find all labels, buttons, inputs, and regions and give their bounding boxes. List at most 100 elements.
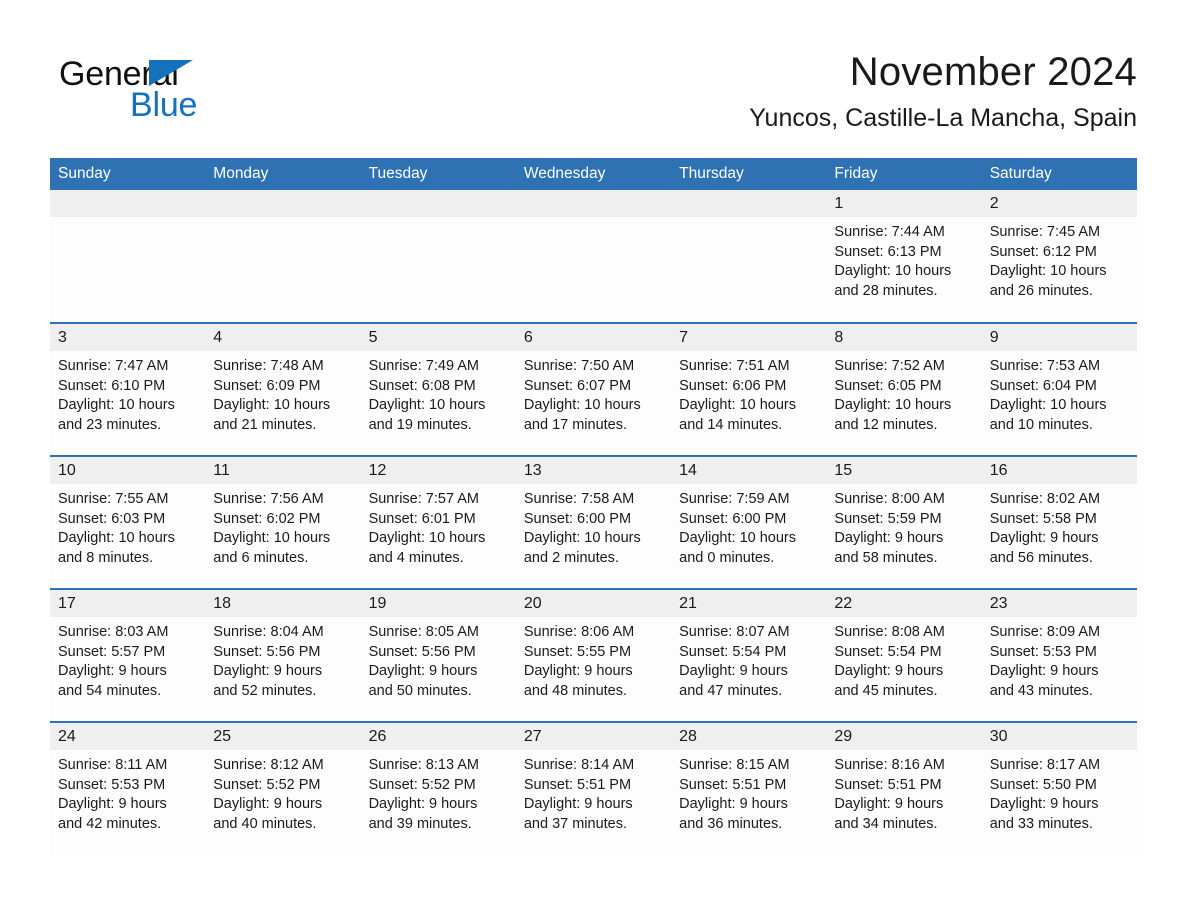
day-cell[interactable]: 20 Sunrise: 8:06 AM Sunset: 5:55 PM Dayl…	[515, 588, 672, 722]
day-cell[interactable]: 2 Sunrise: 7:45 AM Sunset: 6:12 PM Dayli…	[981, 190, 1137, 323]
day-details: Sunrise: 7:59 AM Sunset: 6:00 PM Dayligh…	[671, 484, 826, 569]
day-details: Sunrise: 7:56 AM Sunset: 6:02 PM Dayligh…	[205, 484, 360, 569]
day-number: 22	[826, 590, 982, 617]
page-title: November 2024	[849, 50, 1137, 94]
day-cell[interactable]: 22 Sunrise: 8:08 AM Sunset: 5:54 PM Dayl…	[826, 588, 982, 722]
day-number: 16	[981, 457, 1137, 484]
day-number: 24	[50, 723, 206, 750]
day-cell[interactable]: 24 Sunrise: 8:11 AM Sunset: 5:53 PM Dayl…	[50, 721, 206, 855]
day-cell[interactable]: 3 Sunrise: 7:47 AM Sunset: 6:10 PM Dayli…	[50, 322, 206, 456]
sunset-text: Sunset: 5:52 PM	[213, 776, 321, 793]
sunset-text: Sunset: 5:50 PM	[989, 776, 1097, 793]
day-number: 1	[826, 190, 982, 217]
daylight-text-line1: Daylight: 10 hours	[368, 530, 486, 547]
day-cell[interactable]: 25 Sunrise: 8:12 AM Sunset: 5:52 PM Dayl…	[205, 721, 361, 855]
day-cell[interactable]: 7 Sunrise: 7:51 AM Sunset: 6:06 PM Dayli…	[671, 322, 827, 456]
daylight-text-line2: and 50 minutes.	[368, 683, 472, 700]
day-details: Sunrise: 8:03 AM Sunset: 5:57 PM Dayligh…	[50, 617, 205, 702]
calendar-week-row: 24 Sunrise: 8:11 AM Sunset: 5:53 PM Dayl…	[50, 721, 1137, 855]
sunrise-text: Sunrise: 8:07 AM	[679, 624, 790, 640]
day-number: 18	[205, 590, 361, 617]
day-cell[interactable]	[671, 190, 827, 323]
sunrise-text: Sunrise: 7:56 AM	[213, 491, 324, 507]
day-cell[interactable]: 15 Sunrise: 8:00 AM Sunset: 5:59 PM Dayl…	[826, 455, 982, 589]
daylight-text-line1: Daylight: 9 hours	[834, 663, 944, 680]
sunrise-text: Sunrise: 8:17 AM	[989, 757, 1101, 773]
day-cell[interactable]: 27 Sunrise: 8:14 AM Sunset: 5:51 PM Dayl…	[515, 721, 672, 855]
page-subtitle: Yuncos, Castille-La Mancha, Spain	[749, 104, 1137, 132]
daylight-text-line1: Daylight: 10 hours	[679, 397, 796, 414]
day-cell[interactable]	[515, 190, 672, 323]
day-cell[interactable]: 4 Sunrise: 7:48 AM Sunset: 6:09 PM Dayli…	[205, 322, 361, 456]
daylight-text-line2: and 4 minutes.	[368, 550, 464, 567]
day-number: 2	[981, 190, 1137, 217]
sunset-text: Sunset: 5:51 PM	[834, 776, 942, 793]
day-number: 17	[50, 590, 206, 617]
sunset-text: Sunset: 6:02 PM	[213, 510, 321, 527]
day-cell[interactable]: 18 Sunrise: 8:04 AM Sunset: 5:56 PM Dayl…	[205, 588, 361, 722]
day-details: Sunrise: 7:45 AM Sunset: 6:12 PM Dayligh…	[982, 217, 1137, 302]
day-number	[360, 190, 516, 217]
day-cell[interactable]: 30 Sunrise: 8:17 AM Sunset: 5:50 PM Dayl…	[981, 721, 1137, 855]
sunrise-text: Sunrise: 7:44 AM	[834, 224, 945, 240]
day-details: Sunrise: 7:49 AM Sunset: 6:08 PM Dayligh…	[361, 351, 516, 436]
day-cell[interactable]: 29 Sunrise: 8:16 AM Sunset: 5:51 PM Dayl…	[826, 721, 982, 855]
sunrise-text: Sunrise: 8:06 AM	[523, 624, 635, 640]
day-details: Sunrise: 8:05 AM Sunset: 5:56 PM Dayligh…	[361, 617, 516, 702]
day-cell[interactable]: 9 Sunrise: 7:53 AM Sunset: 6:04 PM Dayli…	[981, 322, 1137, 456]
day-number: 9	[981, 324, 1137, 351]
sunrise-text: Sunrise: 7:57 AM	[368, 491, 479, 507]
day-cell[interactable]: 8 Sunrise: 7:52 AM Sunset: 6:05 PM Dayli…	[826, 322, 982, 456]
daylight-text-line1: Daylight: 10 hours	[213, 397, 331, 414]
day-cell[interactable]: 19 Sunrise: 8:05 AM Sunset: 5:56 PM Dayl…	[360, 588, 516, 722]
sunset-text: Sunset: 5:56 PM	[368, 643, 476, 660]
day-cell[interactable]	[360, 190, 516, 323]
sunset-text: Sunset: 6:06 PM	[679, 377, 787, 394]
sunrise-text: Sunrise: 8:02 AM	[989, 491, 1101, 507]
day-cell[interactable]: 11 Sunrise: 7:56 AM Sunset: 6:02 PM Dayl…	[205, 455, 361, 589]
daylight-text-line2: and 54 minutes.	[58, 683, 162, 700]
day-details: Sunrise: 8:06 AM Sunset: 5:55 PM Dayligh…	[516, 617, 671, 702]
day-cell[interactable]: 10 Sunrise: 7:55 AM Sunset: 6:03 PM Dayl…	[50, 455, 206, 589]
day-details: Sunrise: 8:16 AM Sunset: 5:51 PM Dayligh…	[826, 750, 981, 835]
day-cell[interactable]: 23 Sunrise: 8:09 AM Sunset: 5:53 PM Dayl…	[981, 588, 1137, 722]
sunset-text: Sunset: 5:56 PM	[213, 643, 321, 660]
daylight-text-line1: Daylight: 9 hours	[368, 796, 478, 813]
day-cell[interactable]: 13 Sunrise: 7:58 AM Sunset: 6:00 PM Dayl…	[515, 455, 672, 589]
day-cell[interactable]: 17 Sunrise: 8:03 AM Sunset: 5:57 PM Dayl…	[50, 588, 206, 722]
day-number: 3	[50, 324, 206, 351]
day-details: Sunrise: 7:57 AM Sunset: 6:01 PM Dayligh…	[361, 484, 516, 569]
title-block: November 2024 Yuncos, Castille-La Mancha…	[437, 48, 1137, 134]
day-cell[interactable]	[50, 190, 206, 323]
sunset-text: Sunset: 5:54 PM	[834, 643, 942, 660]
sunset-text: Sunset: 6:01 PM	[368, 510, 476, 527]
day-number: 25	[205, 723, 361, 750]
logo-triangle-icon	[149, 60, 193, 86]
daylight-text-line2: and 58 minutes.	[834, 550, 938, 567]
day-details: Sunrise: 8:15 AM Sunset: 5:51 PM Dayligh…	[671, 750, 826, 835]
sunrise-text: Sunrise: 7:45 AM	[989, 224, 1101, 240]
day-cell[interactable]	[205, 190, 361, 323]
day-cell[interactable]: 5 Sunrise: 7:49 AM Sunset: 6:08 PM Dayli…	[360, 322, 516, 456]
sunset-text: Sunset: 5:51 PM	[523, 776, 632, 793]
daylight-text-line1: Daylight: 10 hours	[989, 263, 1107, 280]
day-cell[interactable]: 1 Sunrise: 7:44 AM Sunset: 6:13 PM Dayli…	[826, 190, 982, 323]
day-number	[50, 190, 206, 217]
day-details: Sunrise: 8:13 AM Sunset: 5:52 PM Dayligh…	[361, 750, 516, 835]
day-cell[interactable]: 6 Sunrise: 7:50 AM Sunset: 6:07 PM Dayli…	[515, 322, 672, 456]
daylight-text-line1: Daylight: 10 hours	[368, 397, 486, 414]
day-cell[interactable]: 14 Sunrise: 7:59 AM Sunset: 6:00 PM Dayl…	[671, 455, 827, 589]
day-details	[671, 217, 826, 223]
sunset-text: Sunset: 5:53 PM	[989, 643, 1097, 660]
daylight-text-line2: and 40 minutes.	[213, 816, 317, 833]
sunset-text: Sunset: 5:59 PM	[834, 510, 942, 527]
sunset-text: Sunset: 5:51 PM	[679, 776, 787, 793]
day-cell[interactable]: 26 Sunrise: 8:13 AM Sunset: 5:52 PM Dayl…	[360, 721, 516, 855]
daylight-text-line2: and 12 minutes.	[834, 417, 938, 434]
daylight-text-line1: Daylight: 9 hours	[213, 663, 323, 680]
sunset-text: Sunset: 6:07 PM	[523, 377, 632, 394]
day-cell[interactable]: 28 Sunrise: 8:15 AM Sunset: 5:51 PM Dayl…	[671, 721, 827, 855]
day-cell[interactable]: 12 Sunrise: 7:57 AM Sunset: 6:01 PM Dayl…	[360, 455, 516, 589]
day-cell[interactable]: 16 Sunrise: 8:02 AM Sunset: 5:58 PM Dayl…	[981, 455, 1137, 589]
day-cell[interactable]: 21 Sunrise: 8:07 AM Sunset: 5:54 PM Dayl…	[671, 588, 827, 722]
